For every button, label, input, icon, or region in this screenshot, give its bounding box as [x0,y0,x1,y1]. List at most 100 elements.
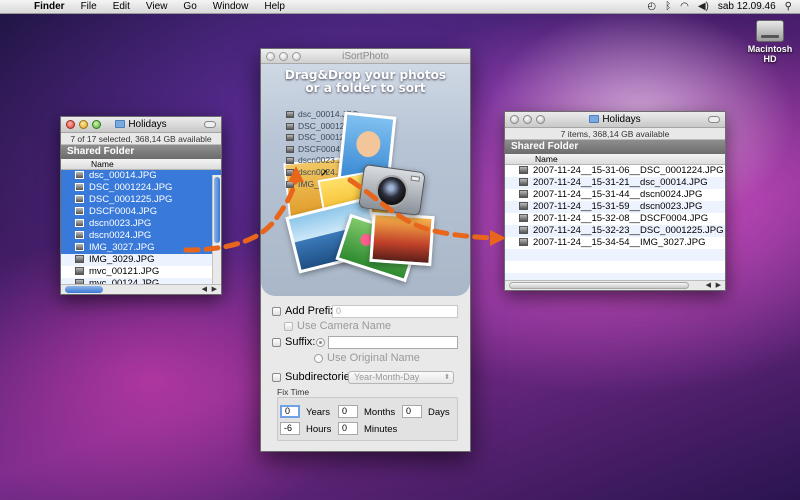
minimize-button[interactable] [79,120,88,129]
finder-window-destination: Holidays 7 items, 368,14 GB available Sh… [504,111,726,291]
hours-input[interactable]: -6 [280,422,300,435]
menu-window[interactable]: Window [205,1,257,12]
suffix-input[interactable] [328,336,458,349]
file-row[interactable]: DSC_0001225.JPG [61,194,221,206]
zoom-button[interactable] [536,115,545,124]
hard-disk-icon [756,20,784,42]
file-row[interactable]: dscn0023.JPG [61,218,221,230]
window-titlebar[interactable]: Holidays [505,112,725,128]
window-titlebar[interactable]: Holidays [61,117,221,133]
toolbar-toggle-button[interactable] [204,121,216,128]
image-file-icon [286,157,294,165]
menu-help[interactable]: Help [256,1,293,12]
image-file-icon [75,231,84,239]
macintosh-hd-icon[interactable]: Macintosh HD [742,20,798,64]
suffix-text-radio[interactable] [316,338,325,347]
image-file-icon [75,267,84,275]
image-file-icon [75,243,84,251]
file-row[interactable]: 2007-11-24__15-32-08__DSCF0004.JPG [505,213,725,225]
zoom-button[interactable] [292,52,301,61]
file-row[interactable]: mvc_00121.JPG [61,266,221,278]
clock[interactable]: sab 12.09.46 [718,1,776,12]
wifi-icon[interactable]: ◠ [680,1,689,12]
zoom-button[interactable] [92,120,101,129]
scroll-right-icon[interactable]: ▶ [716,281,721,289]
empty-row [505,261,725,273]
isortphoto-window: iSortPhoto Drag&Drop your photos or a fo… [260,48,471,452]
menu-finder[interactable]: Finder [26,1,73,12]
file-row[interactable]: DSCF0004.JPG [61,206,221,218]
file-list: 2007-11-24__15-31-06__DSC_0001224.JPG 200… [505,165,725,285]
minutes-input[interactable]: 0 [338,422,358,435]
menu-go[interactable]: Go [175,1,204,12]
months-input[interactable]: 0 [338,405,358,418]
minimize-button[interactable] [523,115,532,124]
image-file-icon [286,134,294,142]
close-button[interactable] [510,115,519,124]
image-file-icon [75,195,84,203]
file-row[interactable]: dsc_00014.JPG [61,170,221,182]
horizontal-scrollbar[interactable]: ◀ ▶ [61,284,221,294]
scroll-left-icon[interactable]: ◀ [706,281,711,289]
toolbar-toggle-button[interactable] [708,116,720,123]
close-button[interactable] [266,52,275,61]
time-machine-icon[interactable]: ◴ [647,1,656,12]
file-row[interactable]: 2007-11-24__15-31-06__DSC_0001224.JPG [505,165,725,177]
scroll-right-icon[interactable]: ▶ [212,285,217,293]
image-file-icon [519,166,528,174]
minutes-label: Minutes [364,424,398,435]
window-titlebar[interactable]: iSortPhoto [261,49,470,64]
column-header-name[interactable]: Name [61,159,221,170]
spotlight-icon[interactable]: ⚲ [785,1,792,12]
column-header-name[interactable]: Name [505,154,725,165]
days-input[interactable]: 0 [402,405,422,418]
years-label: Years [306,407,330,418]
file-name: DSCF0004.JPG [89,206,158,217]
file-row[interactable]: dscn0024.JPG [61,230,221,242]
menu-file[interactable]: File [73,1,105,12]
window-title: iSortPhoto [342,51,389,62]
use-camera-name-label: Use Camera Name [297,320,392,332]
sunset-photo-image [369,211,435,267]
file-row[interactable]: 2007-11-24__15-31-59__dscn0023.JPG [505,201,725,213]
horizontal-scrollbar[interactable]: ◀ ▶ [505,280,725,290]
folder-icon [589,115,600,123]
suffix-checkbox[interactable] [272,337,281,347]
menu-edit[interactable]: Edit [105,1,138,12]
use-camera-name-checkbox[interactable] [284,321,293,331]
fix-time-label: Fix Time [277,387,310,397]
status-bar: 7 of 17 selected, 368,14 GB available [61,133,221,145]
close-button[interactable] [66,120,75,129]
add-prefix-checkbox[interactable] [272,306,281,316]
prefix-input[interactable]: 0 [332,305,458,318]
file-row[interactable]: 2007-11-24__15-31-21__dsc_00014.JPG [505,177,725,189]
file-name: 2007-11-24__15-34-54__IMG_3027.JPG [533,237,706,248]
file-row[interactable]: 2007-11-24__15-31-44__dscn0024.JPG [505,189,725,201]
file-name: 2007-11-24__15-32-23__DSC_0001225.JPG [533,225,724,236]
volume-icon[interactable]: ◀) [698,1,709,12]
image-file-icon [75,255,84,263]
hd-label-line1: Macintosh [747,44,793,54]
photo-drop-area[interactable]: Drag&Drop your photos or a folder to sor… [261,64,470,296]
hours-label: Hours [306,424,332,435]
file-row[interactable]: IMG_3029.JPG [61,254,221,266]
days-label: Days [428,407,450,418]
file-row[interactable]: 2007-11-24__15-32-23__DSC_0001225.JPG [505,225,725,237]
section-header: Shared Folder [61,145,221,159]
vertical-scrollbar[interactable] [212,175,221,284]
add-prefix-label: Add Prefix: [285,305,339,317]
use-original-name-radio[interactable] [314,353,323,363]
menu-view[interactable]: View [138,1,176,12]
file-row[interactable]: 2007-11-24__15-34-54__IMG_3027.JPG [505,237,725,249]
file-row[interactable]: IMG_3027.JPG [61,242,221,254]
file-name: dscn0023.JPG [89,218,152,229]
image-file-icon [286,111,294,118]
file-row[interactable]: DSC_0001224.JPG [61,182,221,194]
scroll-left-icon[interactable]: ◀ [202,285,207,293]
subdirectories-checkbox[interactable] [272,372,281,382]
years-input[interactable]: 0 [280,405,300,418]
file-name: IMG_3029.JPG [89,254,155,265]
bluetooth-icon[interactable]: ᛒ [665,1,671,12]
subdirectory-format-select[interactable]: Year-Month-Day ⬍ [348,371,454,384]
minimize-button[interactable] [279,52,288,61]
